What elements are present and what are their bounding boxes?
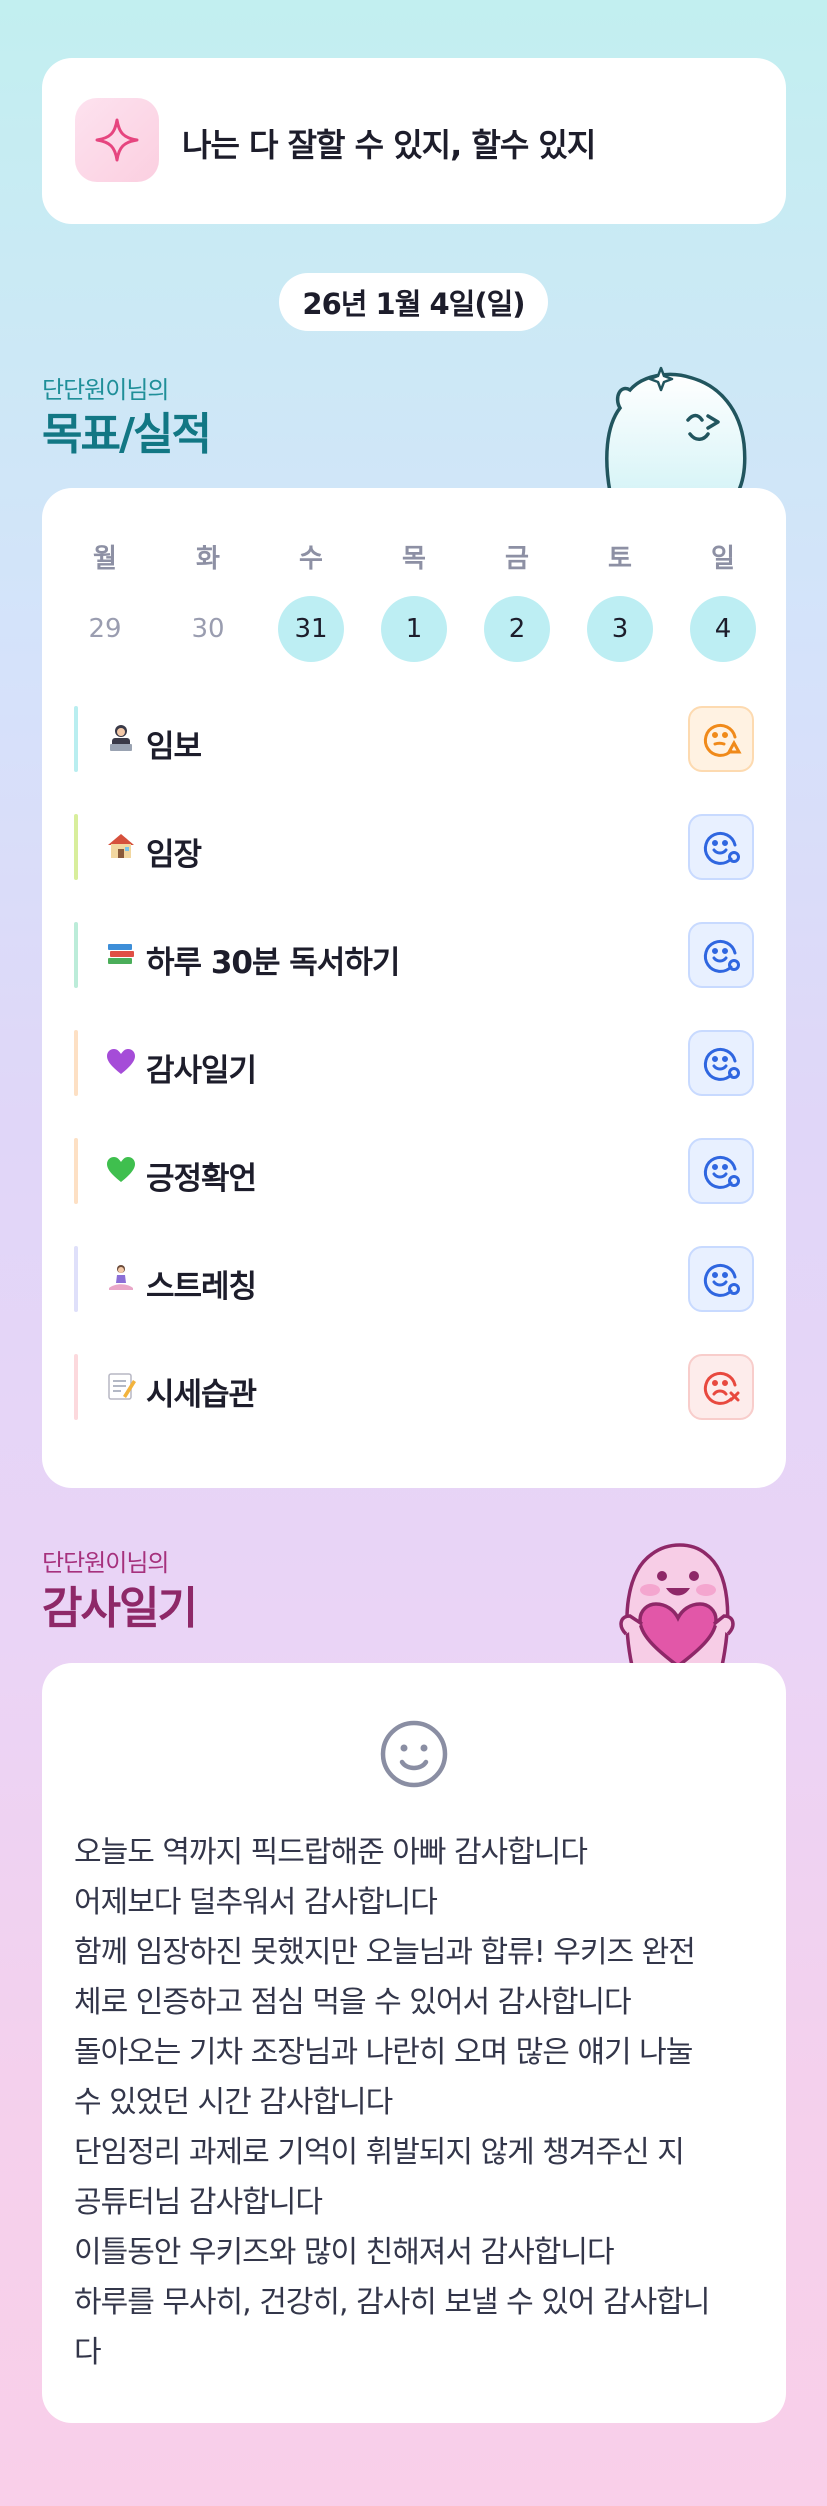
goal-color-bar (74, 1138, 78, 1204)
sparkle-icon (75, 98, 159, 182)
goal-label: 임보 (146, 729, 202, 765)
goal-item-감사일기[interactable]: 감사일기 (74, 1030, 754, 1096)
weekday-label: 월 (93, 544, 117, 574)
status-done-icon[interactable] (688, 814, 754, 880)
diary-line: 돌아오는 기차 조장님과 나란히 오며 많은 얘기 나눌 (74, 2035, 693, 2070)
status-partial-icon[interactable] (688, 706, 754, 772)
goal-item-긍정확언[interactable]: 긍정확언 (74, 1138, 754, 1204)
goal-label: 시세습관 (146, 1377, 257, 1413)
day-cell[interactable]: 31 (278, 596, 344, 662)
goals-title: 목표/실적 (42, 409, 212, 460)
affirmation-text: 나는 다 잘할 수 있지, 할수 있지 (182, 126, 596, 164)
goal-item-독서[interactable]: 하루 30분 독서하기 (74, 922, 754, 988)
purple-heart-icon (104, 1045, 138, 1079)
diary-line: 공튜터님 감사합니다 (74, 2185, 323, 2220)
day-row: 29 30 31 1 2 3 4 (72, 596, 756, 662)
goal-color-bar (74, 1354, 78, 1420)
goals-card: 월 화 수 목 금 토 일 29 30 31 1 2 3 4 임보 임장 하루 … (42, 488, 786, 1488)
affirmation-card: 나는 다 잘할 수 있지, 할수 있지 (42, 58, 786, 224)
goal-label: 감사일기 (146, 1053, 257, 1089)
weekday-label: 금 (505, 544, 529, 574)
diary-line: 오늘도 역까지 픽드랍해준 아빠 감사합니다 (74, 1835, 588, 1870)
status-fail-icon[interactable] (688, 1354, 754, 1420)
diary-line: 어제보다 덜추워서 감사합니다 (74, 1885, 438, 1920)
day-cell[interactable]: 30 (175, 596, 241, 662)
weekday-label: 일 (711, 544, 735, 574)
person-yoga-icon (104, 1261, 138, 1295)
status-done-icon[interactable] (688, 1030, 754, 1096)
status-done-icon[interactable] (688, 1246, 754, 1312)
goal-color-bar (74, 706, 78, 772)
diary-card: 오늘도 역까지 픽드랍해준 아빠 감사합니다 어제보다 덜추워서 감사합니다 함… (42, 1663, 786, 2423)
weekday-label: 토 (608, 544, 632, 574)
diary-line: 단임정리 과제로 기억이 휘발되지 않게 챙겨주신 지 (74, 2135, 685, 2170)
ghost-mascot-icon (605, 366, 747, 492)
green-heart-icon (104, 1153, 138, 1187)
books-icon (104, 937, 138, 971)
goal-item-시세습관[interactable]: 시세습관 (74, 1354, 754, 1420)
status-done-icon[interactable] (688, 922, 754, 988)
goal-label: 하루 30분 독서하기 (146, 945, 400, 981)
weekday-header: 월 화 수 목 금 토 일 (72, 538, 756, 575)
goal-label: 스트레칭 (146, 1269, 257, 1305)
goal-label: 긍정확언 (146, 1161, 257, 1197)
heart-mascot-icon (619, 1543, 735, 1666)
diary-line: 체로 인증하고 점심 먹을 수 있어서 감사합니다 (74, 1985, 632, 2020)
diary-title: 감사일기 (42, 1583, 198, 1634)
weekday-label: 수 (299, 544, 323, 574)
diary-line: 함께 임장하진 못했지만 오늘님과 합류! 우키즈 완전 (74, 1935, 696, 1970)
date-pill[interactable]: 26년 1월 4일(일) (279, 273, 548, 331)
day-cell[interactable]: 29 (72, 596, 138, 662)
goal-color-bar (74, 814, 78, 880)
weekday-label: 화 (196, 544, 220, 574)
diary-text: 오늘도 역까지 픽드랍해준 아빠 감사합니다 어제보다 덜추워서 감사합니다 함… (74, 1828, 764, 2378)
diary-line: 수 있었던 시간 감사합니다 (74, 2085, 393, 2120)
goal-color-bar (74, 922, 78, 988)
goal-color-bar (74, 1246, 78, 1312)
goal-item-임보[interactable]: 임보 (74, 706, 754, 772)
person-laptop-icon (104, 721, 138, 755)
day-cell[interactable]: 2 (484, 596, 550, 662)
diary-line: 하루를 무사히, 건강히, 감사히 보낼 수 있어 감사합니 (74, 2285, 710, 2320)
goal-item-스트레칭[interactable]: 스트레칭 (74, 1246, 754, 1312)
diary-line: 이틀동안 우키즈와 많이 친해져서 감사합니다 (74, 2235, 615, 2270)
day-cell[interactable]: 3 (587, 596, 653, 662)
memo-icon (104, 1369, 138, 1403)
goal-label: 임장 (146, 837, 202, 873)
status-done-icon[interactable] (688, 1138, 754, 1204)
day-cell[interactable]: 4 (690, 596, 756, 662)
smile-icon (380, 1720, 448, 1788)
goal-item-임장[interactable]: 임장 (74, 814, 754, 880)
diary-line: 다 (74, 2335, 102, 2370)
weekday-label: 목 (402, 544, 426, 574)
house-icon (104, 829, 138, 863)
goal-color-bar (74, 1030, 78, 1096)
day-cell[interactable]: 1 (381, 596, 447, 662)
